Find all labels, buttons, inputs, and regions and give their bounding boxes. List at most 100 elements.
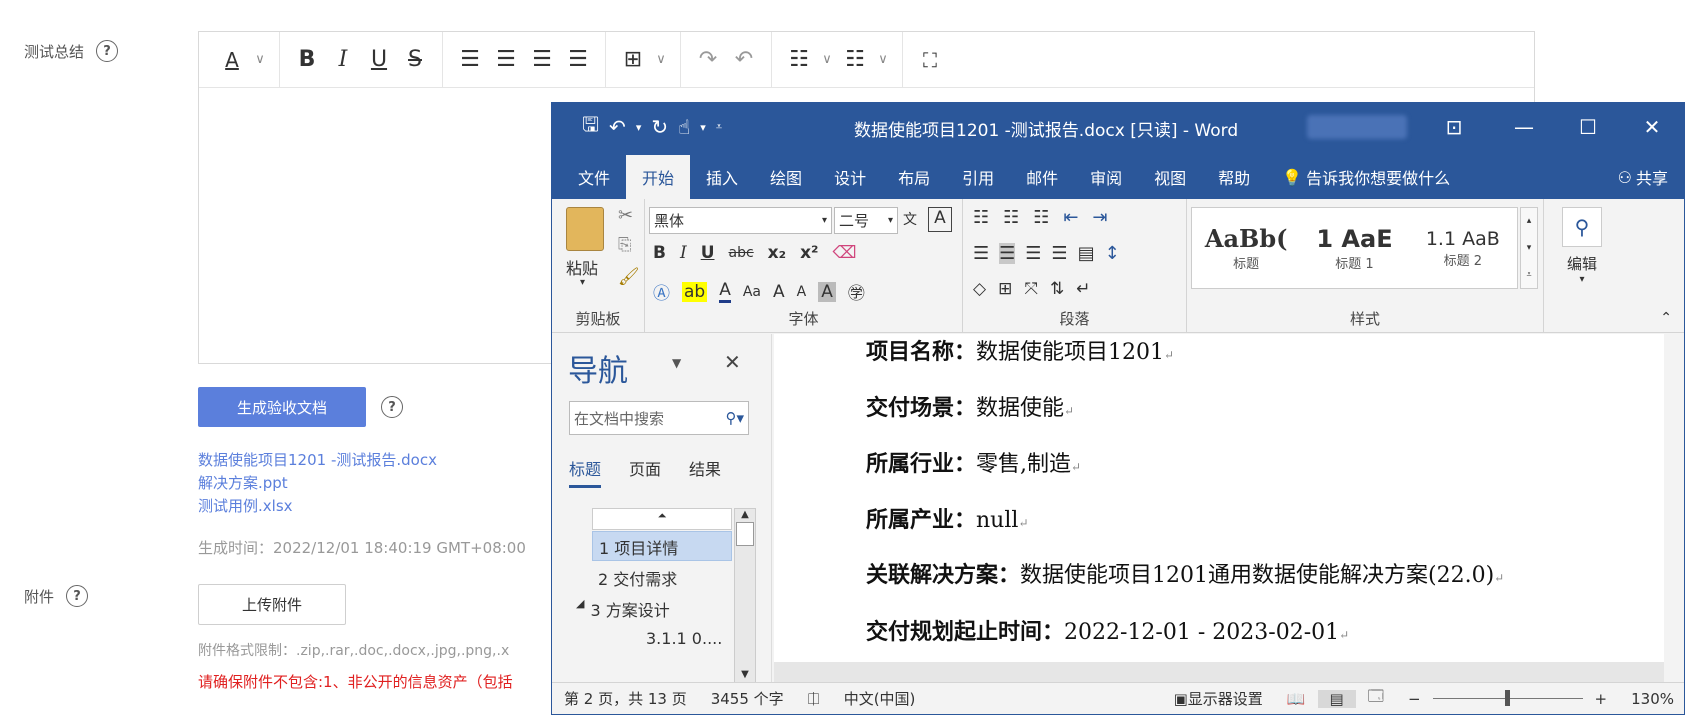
document-page[interactable]: 项目名称：数据使能项目1201↵ 交付场景：数据使能↵ 所属行业：零售,制造↵ …	[774, 334, 1664, 684]
numbered-list-icon[interactable]: ☷	[838, 42, 872, 78]
collapse-ribbon-icon[interactable]: ⌃	[1660, 310, 1672, 326]
copy-icon[interactable]: ⎘	[618, 235, 632, 255]
zoom-slider[interactable]	[1432, 690, 1583, 706]
shrink-font-icon[interactable]: A	[797, 284, 807, 300]
strikethrough-icon[interactable]: S	[398, 42, 432, 78]
file-link[interactable]: 解决方案.ppt	[198, 472, 437, 495]
font-size-select[interactable]: 二号 ▾	[834, 207, 898, 234]
touch-mode-icon[interactable]: ☝	[678, 115, 690, 139]
nav-scrollbar[interactable]: ▲ ▼	[734, 508, 756, 683]
cut-icon[interactable]: ✂	[618, 205, 633, 226]
chevron-down-icon[interactable]: ▾	[700, 121, 706, 134]
chevron-down-icon[interactable]: ∨	[251, 42, 269, 78]
chinese-layout-icon[interactable]: ⤧	[1024, 279, 1038, 299]
bold-icon[interactable]: B	[653, 243, 666, 263]
strikethrough-icon[interactable]: abc	[729, 245, 754, 261]
help-icon[interactable]: ?	[96, 40, 119, 62]
tab-mailings[interactable]: 邮件	[1010, 155, 1074, 199]
multilevel-list-icon[interactable]: ☷	[1033, 207, 1049, 228]
line-spacing-icon[interactable]: ↕	[1105, 243, 1120, 264]
increase-indent-icon[interactable]: ⇥	[1093, 207, 1108, 228]
grow-font-icon[interactable]: A	[773, 282, 785, 302]
chevron-down-icon[interactable]: ∨	[874, 42, 892, 78]
italic-icon[interactable]: I	[680, 243, 687, 263]
account-avatar[interactable]	[1307, 115, 1407, 139]
tab-review[interactable]: 审阅	[1074, 155, 1138, 199]
nav-heading-item[interactable]: 3.1.1 0....	[646, 629, 722, 648]
zoom-in-icon[interactable]: +	[1583, 690, 1620, 708]
close-icon[interactable]: ✕	[724, 350, 741, 374]
enclose-character-icon[interactable]: ㊫	[848, 279, 865, 304]
ribbon-display-icon[interactable]: ⊡	[1424, 103, 1484, 151]
chevron-down-icon[interactable]: ▾	[636, 121, 642, 134]
help-icon[interactable]: ?	[381, 396, 403, 418]
chevron-down-icon[interactable]: ∨	[652, 42, 670, 78]
editing-button[interactable]: ⚲ 编辑 ▾	[1552, 207, 1612, 285]
display-settings[interactable]: ▣显示器设置	[1162, 688, 1275, 709]
align-justify-icon[interactable]: ☰	[561, 42, 595, 78]
paste-label[interactable]: 粘贴	[566, 255, 598, 279]
file-link[interactable]: 数据使能项目1201 -测试报告.docx	[198, 449, 437, 472]
distributed-icon[interactable]: ▤	[1078, 243, 1095, 264]
tab-file[interactable]: 文件	[562, 155, 626, 199]
borders-icon[interactable]: ⊞	[998, 279, 1012, 299]
bold-icon[interactable]: B	[290, 42, 324, 78]
nav-heading-item[interactable]: 2 交付需求	[598, 566, 677, 590]
maximize-icon[interactable]: ☐	[1558, 103, 1618, 151]
horizontal-scroll-area[interactable]	[774, 662, 1664, 684]
numbering-icon[interactable]: ☷	[1003, 207, 1019, 228]
chevron-down-icon[interactable]: ▾	[580, 277, 585, 288]
text-effects-icon[interactable]: Ⓐ	[653, 279, 670, 304]
font-name-select[interactable]: 黑体 ▾	[649, 207, 832, 234]
highlight-icon[interactable]: ab	[682, 281, 708, 302]
align-left-icon[interactable]: ☰	[453, 42, 487, 78]
web-layout-icon[interactable]: 🗔	[1356, 686, 1396, 711]
align-left-icon[interactable]: ☰	[973, 243, 989, 264]
show-marks-icon[interactable]: ↵	[1076, 279, 1090, 299]
undo-icon[interactable]: ↶	[727, 42, 761, 78]
bullet-list-icon[interactable]: ☷	[782, 42, 816, 78]
align-right-icon[interactable]: ☰	[1025, 243, 1041, 264]
tab-layout[interactable]: 布局	[882, 155, 946, 199]
bullets-icon[interactable]: ☷	[973, 207, 989, 228]
tab-help[interactable]: 帮助	[1202, 155, 1266, 199]
font-color-icon[interactable]: A	[215, 42, 249, 78]
format-painter-icon[interactable]: 🖌	[618, 267, 640, 287]
help-icon[interactable]: ?	[66, 585, 89, 607]
tell-me-box[interactable]: 💡 告诉我你想要做什么	[1266, 155, 1466, 199]
upload-attachment-button[interactable]: 上传附件	[198, 584, 346, 625]
word-window[interactable]: 🖫 ↶ ▾ ↻ ☝ ▾ ⩡ 数据使能项目1201 -测试报告.docx [只读]…	[551, 102, 1685, 715]
save-icon[interactable]: 🖫	[582, 110, 599, 144]
nav-tab-pages[interactable]: 页面	[629, 456, 661, 488]
underline-icon[interactable]: U	[362, 42, 396, 78]
scroll-up-icon[interactable]: ▲	[735, 509, 755, 520]
decrease-indent-icon[interactable]: ⇤	[1063, 207, 1078, 228]
superscript-icon[interactable]: x²	[800, 243, 818, 263]
zoom-out-icon[interactable]: −	[1396, 690, 1433, 708]
chevron-down-icon[interactable]: ▼	[672, 356, 681, 370]
style-heading[interactable]: AaBb( 标题	[1192, 208, 1300, 288]
scroll-thumb[interactable]	[736, 522, 754, 546]
read-mode-icon[interactable]: 📖	[1275, 690, 1318, 708]
styles-scroll[interactable]: ▴ ▾ ⩡	[1520, 207, 1538, 289]
customize-icon[interactable]: ⩡	[716, 120, 722, 134]
align-center-icon[interactable]: ☰	[999, 243, 1016, 264]
align-right-icon[interactable]: ☰	[525, 42, 559, 78]
tab-home[interactable]: 开始	[626, 155, 691, 199]
fullscreen-icon[interactable]: ⛶	[913, 42, 947, 78]
shading-icon[interactable]: ◇	[973, 279, 986, 299]
tab-references[interactable]: 引用	[946, 155, 1010, 199]
close-icon[interactable]: ✕	[1622, 103, 1682, 151]
chevron-down-icon[interactable]: ∨	[818, 42, 836, 78]
share-button[interactable]: ⚇ 共享	[1602, 155, 1684, 199]
page-count[interactable]: 第 2 页，共 13 页	[552, 688, 699, 709]
nav-heading-item[interactable]: ◢ 3 方案设计	[576, 597, 670, 621]
refresh-icon[interactable]: ↻	[651, 115, 668, 139]
character-border-icon[interactable]: A	[928, 207, 952, 232]
nav-heading-item[interactable]: 1 项目详情	[592, 531, 732, 561]
paste-icon[interactable]	[566, 207, 604, 251]
style-heading-1[interactable]: 1 AaE 标题 1	[1300, 208, 1408, 288]
minimize-icon[interactable]: —	[1494, 103, 1554, 151]
change-case-icon[interactable]: Aa	[743, 284, 761, 300]
zoom-level[interactable]: 130%	[1619, 690, 1684, 708]
